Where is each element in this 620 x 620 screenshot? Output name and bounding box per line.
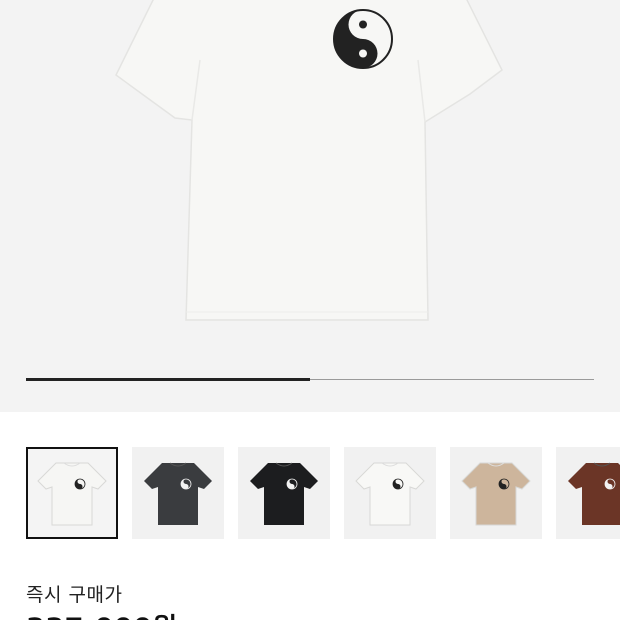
- color-thumbnail[interactable]: [132, 447, 224, 539]
- color-thumbnail[interactable]: [238, 447, 330, 539]
- color-thumbnail[interactable]: [26, 447, 118, 539]
- thumbnail-strip: [26, 447, 620, 539]
- gallery-progress-fill: [26, 378, 310, 381]
- color-thumbnail[interactable]: [556, 447, 620, 539]
- product-image-gallery[interactable]: [0, 0, 620, 412]
- price-value: 337,000원: [26, 606, 178, 620]
- main-product-image: [115, 0, 503, 321]
- price-label: 즉시 구매가: [26, 584, 123, 606]
- gallery-progress-bar: [26, 378, 594, 381]
- yin-yang-icon: [333, 9, 393, 69]
- color-thumbnail[interactable]: [450, 447, 542, 539]
- color-thumbnail[interactable]: [344, 447, 436, 539]
